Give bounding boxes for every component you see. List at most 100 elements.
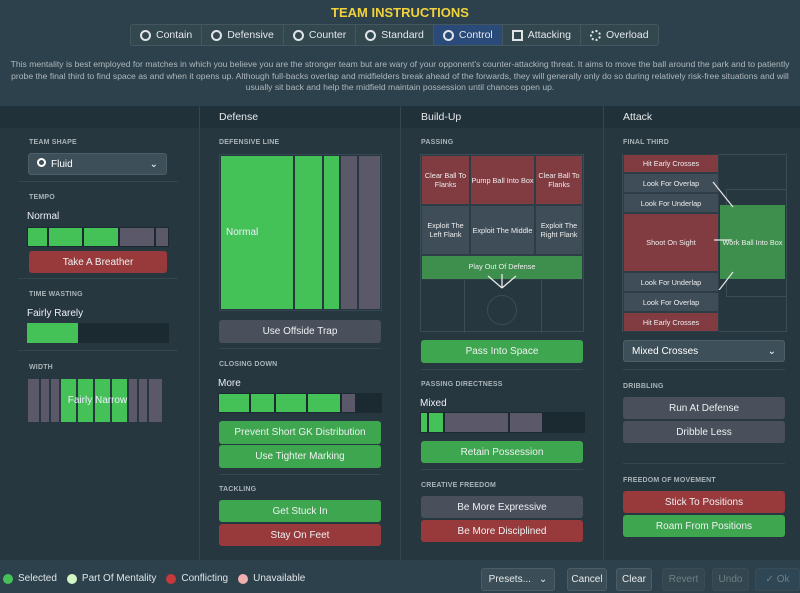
legend-dot	[66, 573, 77, 584]
legend-label: Part Of Mentality	[81, 573, 157, 584]
hit-early-crosses-option[interactable]: Hit Early Crosses	[623, 312, 719, 332]
pass-into-space-button[interactable]: Pass Into Space	[421, 340, 583, 363]
tab-standard[interactable]: Standard	[356, 25, 434, 45]
prevent-short-gk-distribution-button[interactable]: Prevent Short GK Distribution	[219, 421, 381, 444]
tab-contain[interactable]: Contain	[131, 25, 203, 45]
tab-defensive[interactable]: Defensive	[202, 25, 284, 45]
tab-label: Control	[458, 29, 493, 41]
tab-label: Contain	[156, 29, 193, 41]
dribble-less-button[interactable]: Dribble Less	[623, 421, 785, 443]
fluid-icon	[37, 158, 46, 167]
undo-button[interactable]: Undo	[712, 568, 749, 591]
tackling-label: TACKLING	[219, 486, 257, 493]
bar-segment	[84, 228, 118, 246]
tab-label: Overload	[605, 29, 649, 41]
column-title-buildup: Build-Up	[421, 111, 462, 123]
legend-dot	[166, 573, 177, 584]
shield-icon	[211, 29, 223, 41]
chevron-down-icon: ⌄	[767, 345, 776, 357]
time-wasting-value: Fairly Rarely	[27, 308, 84, 319]
get-stuck-in-button[interactable]: Get Stuck In	[219, 500, 381, 522]
time-wasting-slider[interactable]	[27, 323, 169, 343]
contain-icon	[140, 29, 151, 41]
team-shape-label: TEAM SHAPE	[29, 139, 77, 146]
chevron-down-icon: ⌄	[538, 574, 548, 585]
legend-unavailable: Unavailable	[238, 573, 305, 584]
overload-icon	[589, 29, 601, 41]
stick-to-positions-button[interactable]: Stick To Positions	[623, 491, 785, 513]
exploit-middle-option[interactable]: Exploit The Middle	[470, 205, 535, 255]
legend-selected: Selected	[3, 573, 57, 584]
bar-segment	[48, 228, 83, 246]
cancel-button[interactable]: Cancel	[567, 568, 607, 591]
control-icon	[442, 29, 454, 41]
divider	[18, 181, 178, 182]
tempo-value: Normal	[27, 211, 60, 222]
time-wasting-label: TIME WASTING	[29, 291, 83, 298]
divider	[623, 369, 785, 370]
passing-directness-slider[interactable]	[420, 412, 585, 433]
closing-down-label: CLOSING DOWN	[219, 361, 278, 368]
legend-label: Conflicting	[181, 573, 229, 584]
movement-arrows-icon	[712, 181, 734, 290]
tab-attacking[interactable]: Attacking	[503, 25, 581, 45]
presets-dropdown[interactable]: Presets... ⌄	[481, 568, 555, 591]
passing-directness-value: Mixed	[420, 398, 447, 409]
clear-ball-right-flank-option[interactable]: Clear Ball To Flanks	[535, 155, 583, 205]
use-tighter-marking-button[interactable]: Use Tighter Marking	[219, 445, 381, 468]
center-arc	[487, 295, 517, 325]
team-shape-dropdown[interactable]: Fluid ⌄	[28, 153, 167, 175]
ok-button[interactable]: ✓ Ok	[755, 568, 800, 591]
clear-ball-left-flank-option[interactable]: Clear Ball To Flanks	[421, 155, 470, 205]
look-for-overlap-option[interactable]: Look For Overlap	[623, 292, 719, 312]
roam-from-positions-button[interactable]: Roam From Positions	[623, 515, 785, 537]
divider	[219, 348, 381, 349]
divider	[400, 106, 401, 560]
divider	[421, 469, 583, 470]
divider	[18, 350, 178, 351]
column-title-attack: Attack	[623, 111, 653, 123]
exploit-right-flank-option[interactable]: Exploit The Right Flank	[535, 205, 583, 255]
exploit-left-flank-option[interactable]: Exploit The Left Flank	[421, 205, 470, 255]
legend-dot	[3, 573, 13, 584]
bar-fill	[27, 323, 78, 343]
run-at-defense-button[interactable]: Run At Defense	[623, 397, 785, 419]
bar-segment	[156, 228, 169, 246]
tab-control[interactable]: Control	[433, 25, 503, 45]
be-more-expressive-button[interactable]: Be More Expressive	[421, 496, 583, 518]
tab-label: Counter	[308, 29, 347, 41]
hit-early-crosses-option[interactable]: Hit Early Crosses	[623, 154, 719, 173]
use-offside-trap-button[interactable]: Use Offside Trap	[219, 320, 381, 343]
divider	[199, 106, 200, 560]
width-value: Fairly Narrow	[67, 395, 128, 406]
crossing-value: Mixed Crosses	[632, 345, 699, 357]
bar-segment	[295, 156, 322, 309]
bar-segment	[323, 156, 340, 309]
tab-counter[interactable]: Counter	[284, 25, 357, 45]
legend-part-of-mentality: Part Of Mentality	[66, 573, 157, 584]
tab-label: Defensive	[227, 29, 274, 41]
divider	[18, 278, 178, 279]
team-shape-value: Fluid	[51, 159, 73, 170]
standard-icon	[365, 29, 377, 41]
column-title-defense: Defense	[219, 111, 259, 123]
tempo-slider[interactable]	[27, 227, 169, 247]
defensive-line-value: Normal	[226, 227, 259, 238]
legend-dot	[238, 573, 249, 584]
presets-label: Presets...	[488, 574, 531, 585]
closing-down-slider[interactable]	[218, 393, 382, 413]
dribbling-label: DRIBBLING	[623, 383, 664, 390]
be-more-disciplined-button[interactable]: Be More Disciplined	[421, 520, 583, 542]
tab-overload[interactable]: Overload	[581, 25, 658, 45]
take-a-breather-button[interactable]: Take A Breather	[29, 251, 167, 273]
counter-icon	[292, 29, 304, 41]
stay-on-feet-button[interactable]: Stay On Feet	[219, 524, 381, 546]
divider	[219, 474, 381, 475]
pump-ball-into-box-option[interactable]: Pump Ball Into Box	[470, 155, 535, 205]
mentality-description: This mentality is best employed for matc…	[10, 59, 790, 92]
legend-conflicting: Conflicting	[166, 573, 228, 584]
crossing-dropdown[interactable]: Mixed Crosses ⌄	[623, 340, 785, 362]
clear-button[interactable]: Clear	[616, 568, 652, 591]
retain-possession-button[interactable]: Retain Possession	[421, 441, 583, 463]
revert-button[interactable]: Revert	[662, 568, 705, 591]
